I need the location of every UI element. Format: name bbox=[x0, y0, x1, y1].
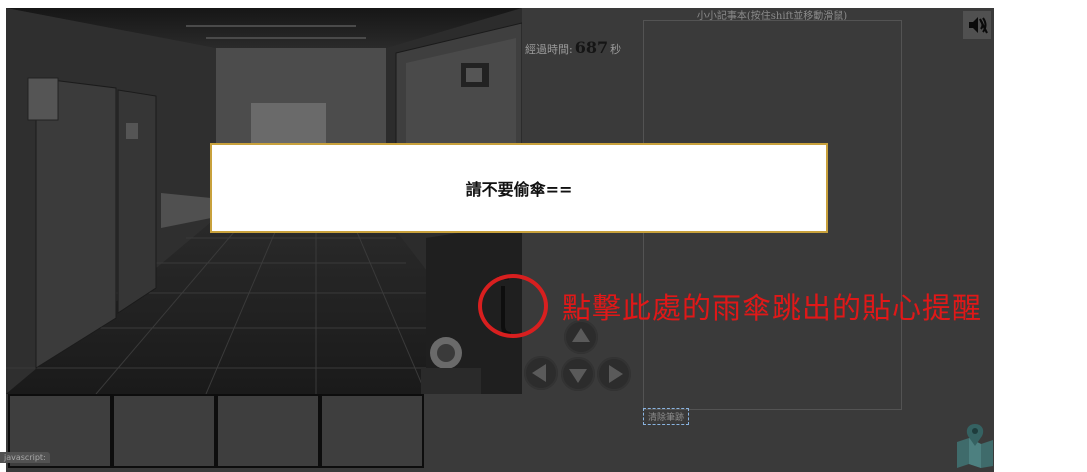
arrow-right-icon[interactable] bbox=[597, 357, 631, 391]
game-area: 經過時間: 687 秒 小小記事本(按住shift並移動滑鼠) 清除筆跡 請不要… bbox=[6, 8, 994, 472]
status-bar-text: javascript: bbox=[0, 452, 50, 463]
map-pin-icon[interactable] bbox=[955, 422, 994, 468]
speaker-muted-icon[interactable] bbox=[963, 11, 991, 39]
inventory-slot[interactable] bbox=[216, 394, 320, 468]
timer-label: 經過時間: bbox=[525, 43, 573, 56]
timer-unit: 秒 bbox=[610, 43, 622, 56]
inventory-slot[interactable] bbox=[320, 394, 424, 468]
inventory-bar bbox=[6, 394, 424, 472]
clear-notes-button[interactable]: 清除筆跡 bbox=[643, 408, 690, 425]
timer-value: 687 bbox=[574, 38, 609, 57]
elapsed-time: 經過時間: 687 秒 bbox=[525, 38, 621, 57]
game-page: 經過時間: 687 秒 小小記事本(按住shift並移動滑鼠) 清除筆跡 請不要… bbox=[0, 0, 1087, 472]
reminder-dialog[interactable]: 請不要偷傘== bbox=[210, 143, 828, 233]
annotation-circle bbox=[478, 274, 548, 338]
arrow-down-icon[interactable] bbox=[561, 357, 595, 391]
annotation-text: 點擊此處的雨傘跳出的貼心提醒 bbox=[562, 291, 983, 325]
inventory-slot[interactable] bbox=[112, 394, 216, 468]
arrow-left-icon[interactable] bbox=[524, 356, 558, 390]
dialog-message: 請不要偷傘== bbox=[465, 180, 573, 199]
